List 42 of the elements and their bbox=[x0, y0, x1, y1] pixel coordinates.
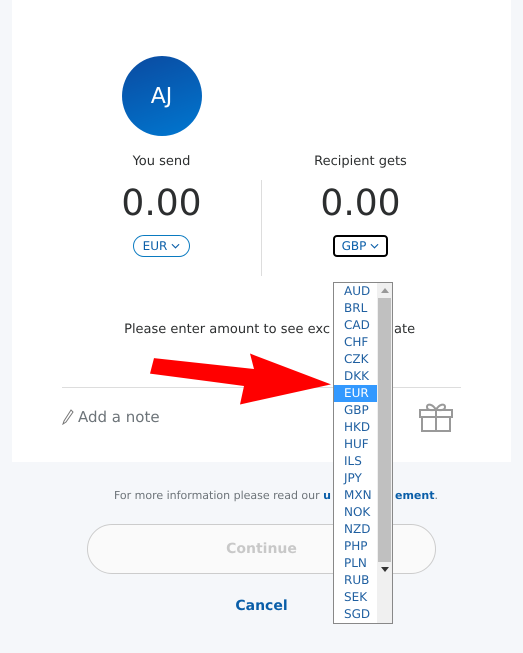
info-text: ement. bbox=[395, 489, 438, 502]
scroll-down-icon[interactable] bbox=[380, 567, 388, 572]
currency-option[interactable]: JPY bbox=[334, 470, 377, 487]
chevron-down-icon bbox=[171, 243, 180, 249]
chevron-down-icon bbox=[370, 243, 380, 249]
note-field[interactable]: Add a note bbox=[78, 408, 160, 426]
info-text: For more information please read our u bbox=[114, 489, 331, 502]
avatar: AJ bbox=[122, 56, 202, 136]
recipient-label: Recipient gets bbox=[314, 154, 407, 169]
exchange-rate-message: ate bbox=[394, 322, 416, 337]
currency-option[interactable]: GBP bbox=[334, 402, 377, 419]
exchange-rate-message: Please enter amount to see exc bbox=[124, 322, 330, 337]
agreement-link[interactable]: u bbox=[323, 489, 331, 502]
agreement-link[interactable]: ement bbox=[395, 489, 434, 502]
currency-option[interactable]: BRL bbox=[334, 300, 377, 317]
currency-option[interactable]: SGD bbox=[334, 606, 377, 623]
currency-option[interactable]: AUD bbox=[334, 283, 377, 300]
currency-option[interactable]: RUB bbox=[334, 572, 377, 589]
scroll-up-icon[interactable] bbox=[380, 288, 388, 293]
currency-option[interactable]: CZK bbox=[334, 351, 377, 368]
currency-option[interactable]: DKK bbox=[334, 368, 377, 385]
arrow-icon bbox=[148, 352, 333, 406]
cancel-link[interactable]: Cancel bbox=[235, 598, 288, 614]
scrollbar[interactable] bbox=[377, 283, 392, 623]
currency-option[interactable]: CAD bbox=[334, 317, 377, 334]
currency-option[interactable]: ILS bbox=[334, 453, 377, 470]
currency-option[interactable]: PHP bbox=[334, 538, 377, 555]
send-amount: 0.00 bbox=[121, 182, 202, 226]
currency-option[interactable]: CHF bbox=[334, 334, 377, 351]
recipient-amount: 0.00 bbox=[320, 182, 401, 226]
pencil-icon bbox=[62, 409, 74, 425]
currency-option[interactable]: NOK bbox=[334, 504, 377, 521]
currency-option[interactable]: SEK bbox=[334, 589, 377, 606]
currency-option[interactable]: MXN bbox=[334, 487, 377, 504]
currency-option[interactable]: PLN bbox=[334, 555, 377, 572]
currency-option[interactable]: NZD bbox=[334, 521, 377, 538]
recipient-currency-select[interactable]: GBP bbox=[332, 235, 388, 257]
gift-icon[interactable] bbox=[419, 402, 453, 432]
currency-option[interactable]: HKD bbox=[334, 419, 377, 436]
send-label: You send bbox=[132, 154, 190, 169]
send-currency-select[interactable]: EUR bbox=[132, 235, 190, 257]
currency-option[interactable]: HUF bbox=[334, 436, 377, 453]
